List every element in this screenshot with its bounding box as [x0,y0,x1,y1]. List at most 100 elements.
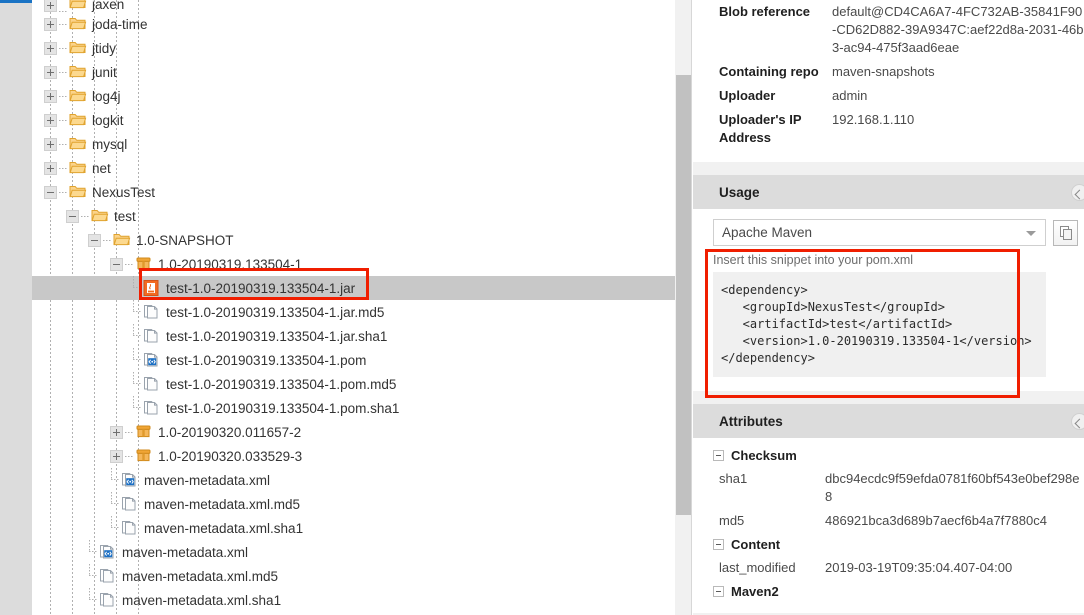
tree-item-label: test-1.0-20190319.133504-1.jar [166,280,356,296]
usage-select-row: Apache Maven [693,219,1084,246]
tree-row[interactable]: maven-metadata.xml.md5 [32,564,675,588]
expand-plus-icon[interactable] [44,89,57,103]
tree-row-selected[interactable]: test-1.0-20190319.133504-1.jar [32,276,675,300]
tree-row[interactable]: joda-time [32,12,675,36]
panel-gap [693,391,1084,404]
tree-row[interactable]: maven-metadata.xml.sha1 [32,588,675,612]
build-tool-select[interactable]: Apache Maven [713,219,1046,246]
tree-row[interactable]: test-1.0-20190319.133504-1.jar.sha1 [32,324,675,348]
info-value: maven-snapshots [832,64,935,79]
tree-row[interactable]: test-1.0-20190319.133504-1.pom.md5 [32,372,675,396]
file-icon [99,568,117,585]
collapse-minus-icon[interactable] [44,185,57,199]
tree-row[interactable]: test-1.0-20190319.133504-1.pom [32,348,675,372]
tree-connector [88,540,99,564]
tree-connector [59,191,67,193]
attribute-key: md5 [719,513,745,528]
info-label: Uploader [719,88,776,103]
tree-row[interactable]: mysql [32,132,675,156]
package-icon [135,256,153,273]
tree-row[interactable]: NexusTest [32,180,675,204]
tree-row[interactable]: maven-metadata.xml.md5 [32,492,675,516]
tree-connector [59,23,67,25]
tree-item-label: test [114,208,136,224]
tree-row[interactable]: maven-metadata.xml [32,468,675,492]
attribute-group-header[interactable]: Maven2 [693,580,1084,603]
expand-plus-icon[interactable] [110,449,123,463]
tree-vertical-scrollbar[interactable] [675,0,692,615]
tree-row[interactable]: log4j [32,84,675,108]
tree-row[interactable]: jtidy [32,36,675,60]
tree-item-label: mysql [92,136,128,152]
info-row: Uploader admin [693,84,1084,108]
minus-toggle-icon[interactable] [713,450,724,461]
tree-connector [110,492,121,516]
copy-snippet-button[interactable] [1053,219,1078,246]
expand-plus-icon[interactable] [44,65,57,79]
folder-icon [69,160,87,177]
file-icon [99,592,117,609]
repository-tree-pane[interactable]: jaxen joda-time jtidy junit log4j logkit mysql… [32,0,675,615]
info-row: Containing repo maven-snapshots [693,60,1084,84]
attribute-group-header[interactable]: Checksum [693,444,1084,467]
expand-plus-icon[interactable] [44,0,57,12]
attribute-group-header[interactable]: Content [693,533,1084,556]
tree-row[interactable]: junit [32,60,675,84]
info-label: Uploader's IP Address [719,112,802,145]
minus-toggle-icon[interactable] [713,586,724,597]
expand-plus-icon[interactable] [44,17,57,31]
chevron-collapse-icon[interactable] [1071,184,1084,201]
tree-row[interactable]: test-1.0-20190319.133504-1.pom.sha1 [32,396,675,420]
info-value: admin [832,88,868,103]
file-icon [143,328,161,345]
expand-plus-icon[interactable] [44,41,57,55]
attribute-key: last_modified [719,560,796,575]
collapse-minus-icon[interactable] [110,257,123,271]
attribute-value: 486921bca3d689b7aecf6b4a7f7880c4 [825,513,1047,528]
tree-row[interactable]: logkit [32,108,675,132]
attribute-key: sha1 [719,471,748,486]
folder-icon [91,208,109,225]
expand-plus-icon[interactable] [110,425,123,439]
tree-item-label: test-1.0-20190319.133504-1.pom.md5 [166,376,397,392]
expand-plus-icon[interactable] [44,137,57,151]
expand-plus-icon[interactable] [44,161,57,175]
file-icon [121,520,139,537]
tree-list[interactable]: jaxen joda-time jtidy junit log4j logkit mysql… [32,0,675,612]
package-icon [135,448,153,465]
collapse-minus-icon[interactable] [66,209,79,223]
tree-row[interactable]: 1.0-SNAPSHOT [32,228,675,252]
tree-item-label: logkit [92,112,124,128]
tree-connector [59,71,67,73]
tree-row[interactable]: maven-metadata.xml [32,540,675,564]
tree-row[interactable]: jaxen [32,0,675,12]
attributes-body: Checksum sha1 dbc94ecdc9f59efda0781f60bf… [693,438,1084,613]
pom-snippet[interactable]: <dependency> <groupId>NexusTest</groupId… [713,272,1046,377]
collapse-minus-icon[interactable] [88,233,101,247]
expand-plus-icon[interactable] [44,113,57,127]
chevron-down-icon [1026,231,1036,236]
minus-toggle-icon[interactable] [713,539,724,550]
tree-row[interactable]: net [32,156,675,180]
tree-row[interactable]: test-1.0-20190319.133504-1.jar.md5 [32,300,675,324]
tree-row[interactable]: 1.0-20190320.033529-3 [32,444,675,468]
scrollbar-thumb[interactable] [676,75,691,515]
panel-gap [693,162,1084,175]
file-icon [143,376,161,393]
tree-row[interactable]: 1.0-20190320.011657-2 [32,420,675,444]
tree-row[interactable]: 1.0-20190319.133504-1 [32,252,675,276]
tree-connector [132,372,143,396]
tree-row[interactable]: test [32,204,675,228]
tree-item-label: test-1.0-20190319.133504-1.jar.sha1 [166,328,388,344]
tree-row[interactable]: maven-metadata.xml.sha1 [32,516,675,540]
snippet-hint: Insert this snippet into your pom.xml [713,253,914,267]
chevron-collapse-icon[interactable] [1071,413,1084,430]
